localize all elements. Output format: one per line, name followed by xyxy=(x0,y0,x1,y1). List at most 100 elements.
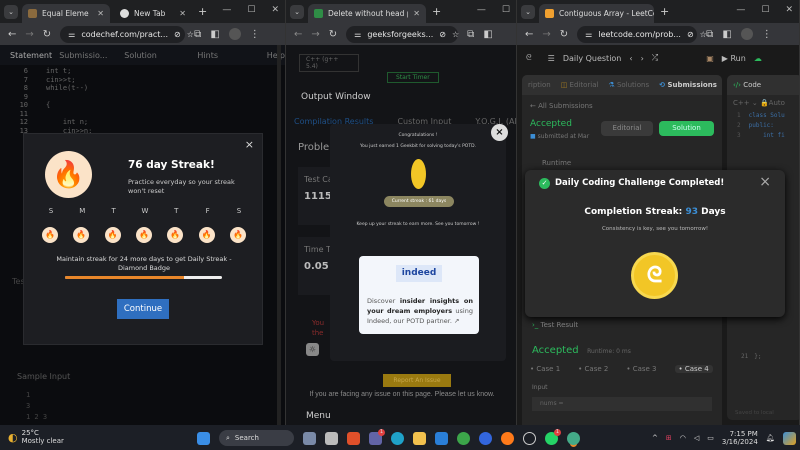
minimize-icon[interactable]: — xyxy=(736,5,745,15)
widgets-icon[interactable] xyxy=(303,431,316,445)
case-tab[interactable]: • Case 4 xyxy=(674,365,713,373)
nav-submissions[interactable]: Submissio... xyxy=(59,51,118,60)
teams-icon[interactable]: 1 xyxy=(369,428,385,445)
test-result-tab[interactable]: ›_ Test Result xyxy=(522,315,722,335)
close-modal-button[interactable]: × xyxy=(245,138,254,151)
reload-icon[interactable]: ↻ xyxy=(560,29,568,40)
sidepanel-icon[interactable]: ◧ xyxy=(722,29,731,40)
scrollbar[interactable] xyxy=(277,45,281,425)
nav-statement[interactable]: Statement xyxy=(0,51,59,60)
star-icon[interactable]: ☆ xyxy=(187,30,194,39)
case-tab[interactable]: • Case 1 xyxy=(530,365,560,373)
notifications-icon[interactable]: 🔔︎ xyxy=(766,434,775,442)
back-icon[interactable]: ← xyxy=(8,29,16,40)
next-icon[interactable]: › xyxy=(641,54,644,63)
whatsapp-icon[interactable]: 1 xyxy=(545,428,561,445)
solution-button[interactable]: Solution xyxy=(659,121,714,136)
external-link-icon[interactable]: ↗ xyxy=(454,317,459,325)
file-explorer-icon[interactable] xyxy=(413,431,426,445)
submit-cloud-icon[interactable]: ☁ xyxy=(754,54,762,63)
copilot-icon[interactable] xyxy=(782,431,796,445)
extensions-icon[interactable]: ⧉ xyxy=(467,29,474,40)
maximize-icon[interactable]: ☐ xyxy=(761,5,769,15)
tab-solutions[interactable]: ⚗ Solutions xyxy=(608,81,649,89)
new-tab-button[interactable]: + xyxy=(432,5,441,18)
minimize-icon[interactable]: — xyxy=(477,5,486,15)
reload-icon[interactable]: ↻ xyxy=(43,29,51,40)
new-tab-button[interactable]: + xyxy=(198,5,207,18)
site-info-icon[interactable]: ⚌ xyxy=(354,30,361,39)
sidepanel-icon[interactable]: ◧ xyxy=(210,29,219,40)
tab-delete-without-head[interactable]: Delete without head pointer | P ✕ xyxy=(308,4,426,23)
chrome-icon[interactable] xyxy=(457,431,470,445)
eye-off-icon[interactable]: ⊘ xyxy=(439,30,446,39)
tab-search-button[interactable]: ⌄ xyxy=(290,4,304,19)
avatar[interactable] xyxy=(740,28,753,40)
tab-description[interactable]: ription xyxy=(528,81,551,89)
search-box[interactable]: ⌕ Search xyxy=(219,430,294,446)
shuffle-icon[interactable]: ⤮ xyxy=(652,53,658,63)
maximize-icon[interactable]: ☐ xyxy=(502,5,510,15)
extensions-icon[interactable]: ⧉ xyxy=(194,29,201,40)
run-button[interactable]: ▶ Run xyxy=(722,54,746,63)
daily-question-link[interactable]: Daily Question xyxy=(563,54,622,63)
media-icon[interactable] xyxy=(479,431,492,445)
chrome-active-icon[interactable] xyxy=(567,431,580,445)
task-view-icon[interactable] xyxy=(325,431,338,445)
star-icon[interactable]: ☆ xyxy=(452,30,459,39)
back-icon[interactable]: ← xyxy=(525,29,533,40)
maximize-icon[interactable]: ☐ xyxy=(247,5,255,15)
extensions-icon[interactable]: ⧉ xyxy=(706,29,713,40)
url-field[interactable]: ⚌ leetcode.com/prob... ⊘ ☆ xyxy=(577,25,707,43)
back-icon[interactable]: ← xyxy=(294,29,302,40)
clock[interactable]: 7:15 PM 3/16/2024 xyxy=(722,430,758,446)
sidepanel-icon[interactable]: ◧ xyxy=(483,29,492,40)
forward-icon[interactable]: → xyxy=(542,29,550,40)
mail-icon[interactable] xyxy=(435,431,448,445)
indeed-ad[interactable]: indeed Discover insider insights on your… xyxy=(359,256,479,334)
tray-chevron-icon[interactable]: ^ xyxy=(652,434,658,442)
brave-icon[interactable] xyxy=(347,431,360,445)
leetcode-logo-icon[interactable]: ᘓ xyxy=(526,53,532,63)
forward-icon[interactable]: → xyxy=(25,29,33,40)
new-tab-button[interactable]: + xyxy=(660,5,669,18)
tab-equal-elements[interactable]: Equal Eleme ✕ xyxy=(22,4,110,23)
menu-icon[interactable]: ⋮ xyxy=(250,29,260,40)
tray-app-icon[interactable]: ⊞ xyxy=(666,434,672,442)
close-tab-icon[interactable]: ✕ xyxy=(179,9,186,18)
reload-icon[interactable]: ↻ xyxy=(329,29,337,40)
menu-label[interactable]: Menu xyxy=(306,411,331,422)
prev-icon[interactable]: ‹ xyxy=(629,54,632,63)
list-icon[interactable]: ☰ xyxy=(548,54,555,63)
tab-search-button[interactable]: ⌄ xyxy=(4,4,18,19)
site-info-icon[interactable]: ⚌ xyxy=(68,30,75,39)
start-button[interactable] xyxy=(197,431,210,445)
case-tab[interactable]: • Case 2 xyxy=(578,365,608,373)
tab-editorial[interactable]: ◫ Editorial xyxy=(561,81,599,89)
report-issue-button[interactable]: Report An Issue xyxy=(383,374,451,387)
continue-button[interactable]: Continue xyxy=(117,299,169,319)
volume-icon[interactable]: ◁ xyxy=(694,434,699,442)
minimize-icon[interactable]: — xyxy=(222,5,231,15)
menu-icon[interactable]: ⋮ xyxy=(762,29,772,40)
nav-hints[interactable]: Hints xyxy=(177,51,236,60)
case-tab[interactable]: • Case 3 xyxy=(626,365,656,373)
tab-submissions[interactable]: ⟲ Submissions xyxy=(659,81,717,89)
tab-new-tab[interactable]: New Tab ✕ xyxy=(114,4,192,23)
language-select[interactable]: C++ (g++ 5.4) xyxy=(299,54,359,72)
lightbulb-icon[interactable]: ☼ xyxy=(306,343,319,356)
weather-widget[interactable]: ◐ 25°C Mostly clear xyxy=(8,429,64,445)
nav-solution[interactable]: Solution xyxy=(118,51,177,60)
battery-icon[interactable]: ▭ xyxy=(707,434,714,442)
edge-icon[interactable] xyxy=(391,431,404,445)
wifi-icon[interactable]: ◠ xyxy=(680,434,686,442)
editorial-button[interactable]: Editorial xyxy=(601,121,653,136)
close-modal-button[interactable]: × xyxy=(759,174,771,190)
openai-icon[interactable] xyxy=(523,431,536,445)
forward-icon[interactable]: → xyxy=(311,29,319,40)
close-window-icon[interactable]: ✕ xyxy=(271,5,279,15)
url-field[interactable]: ⚌ codechef.com/pract... ⊘ ☆ xyxy=(60,25,194,43)
all-submissions-link[interactable]: ← All Submissions xyxy=(530,102,593,110)
firefox-icon[interactable] xyxy=(501,431,514,445)
language-select[interactable]: C++ xyxy=(733,99,750,107)
